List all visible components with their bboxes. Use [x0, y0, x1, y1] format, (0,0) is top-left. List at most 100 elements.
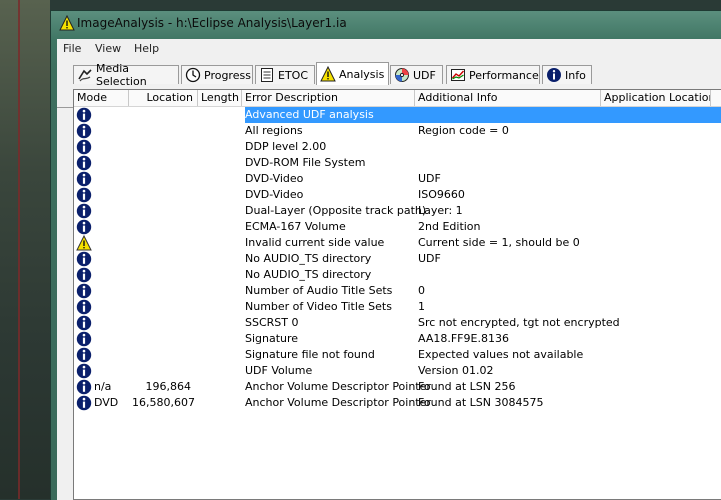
cell-error-description: DDP level 2.00: [245, 140, 327, 153]
info-icon: [76, 299, 92, 315]
cell-location: 16,580,607: [132, 396, 195, 409]
cell-error-description: Dual-Layer (Opposite track path): [245, 204, 427, 217]
table-row[interactable]: Invalid current side value Current side =…: [74, 235, 721, 251]
warning-icon: [320, 66, 336, 82]
info-icon: [76, 379, 92, 395]
table-row[interactable]: No AUDIO_TS directory UDF: [74, 251, 721, 267]
table-row[interactable]: Signature AA18.FF9E.8136: [74, 331, 721, 347]
table-row[interactable]: Number of Video Title Sets 1: [74, 299, 721, 315]
cell-error-description: Anchor Volume Descriptor Pointer: [245, 380, 431, 393]
clock-icon: [185, 67, 201, 83]
tab-media-selection[interactable]: Media Selection: [73, 62, 179, 88]
cell-additional-info: Found at LSN 3084575: [418, 396, 544, 409]
analysis-list[interactable]: Mode Location Length Error Description A…: [73, 89, 721, 500]
window-title: ImageAnalysis - h:\Eclipse Analysis\Laye…: [77, 16, 347, 30]
info-icon: [76, 363, 92, 379]
menu-file[interactable]: File: [63, 42, 81, 55]
cell-additional-info: Found at LSN 256: [418, 380, 516, 393]
tab-analysis[interactable]: Analysis: [316, 62, 389, 85]
media-selection-icon: [78, 69, 92, 82]
tab-udf[interactable]: UDF: [390, 65, 443, 84]
cell-additional-info: 1: [418, 300, 425, 313]
app-window: ImageAnalysis - h:\Eclipse Analysis\Laye…: [50, 10, 721, 500]
info-icon: [76, 203, 92, 219]
tab-etoc[interactable]: ETOC: [255, 65, 315, 84]
cell-additional-info: ISO9660: [418, 188, 465, 201]
tab-progress[interactable]: Progress: [181, 65, 253, 84]
cell-additional-info: Region code = 0: [418, 124, 509, 137]
info-icon: [76, 331, 92, 347]
disc-icon: [395, 68, 409, 82]
column-length[interactable]: Length: [198, 90, 242, 106]
info-icon: [76, 107, 92, 123]
tab-label: UDF: [413, 68, 436, 82]
cell-additional-info: Expected values not available: [418, 348, 584, 361]
desktop-background: [0, 0, 50, 499]
table-row[interactable]: Signature file not found Expected values …: [74, 347, 721, 363]
column-error-description[interactable]: Error Description: [242, 90, 415, 106]
cell-additional-info: 0: [418, 284, 425, 297]
document-icon: [261, 68, 273, 82]
table-row[interactable]: n/a 196,864 Anchor Volume Descriptor Point…: [74, 379, 721, 395]
title-bar[interactable]: ImageAnalysis - h:\Eclipse Analysis\Laye…: [51, 11, 721, 39]
client-area: File View Help Media Selection Progress: [57, 39, 721, 500]
tab-label: Info: [565, 68, 586, 82]
table-row[interactable]: Dual-Layer (Opposite track path) Layer: 1: [74, 203, 721, 219]
info-icon: [76, 155, 92, 171]
cell-error-description: Number of Audio Title Sets: [245, 284, 393, 297]
list-header: Mode Location Length Error Description A…: [74, 90, 721, 107]
column-location[interactable]: Location: [129, 90, 198, 106]
info-icon: [76, 171, 92, 187]
table-row[interactable]: UDF Volume Version 01.02: [74, 363, 721, 379]
cell-additional-info: AA18.FF9E.8136: [418, 332, 509, 345]
cell-error-description: UDF Volume: [245, 364, 313, 377]
column-application-location[interactable]: Application Location: [601, 90, 711, 106]
info-icon: [76, 315, 92, 331]
info-icon: [76, 395, 92, 411]
info-icon: [76, 283, 92, 299]
menu-view[interactable]: View: [95, 42, 121, 55]
tab-strip: Media Selection Progress ETOC Analysis U…: [57, 61, 721, 108]
cell-error-description: Advanced UDF analysis: [245, 108, 374, 121]
cell-error-description: Number of Video Title Sets: [245, 300, 392, 313]
cell-error-description: DVD-Video: [245, 172, 304, 185]
table-row[interactable]: ECMA-167 Volume 2nd Edition: [74, 219, 721, 235]
cell-error-description: Signature file not found: [245, 348, 375, 361]
info-icon: [76, 139, 92, 155]
tab-performance[interactable]: Performance: [446, 65, 540, 84]
menu-help[interactable]: Help: [134, 42, 159, 55]
graph-icon: [451, 69, 465, 81]
cell-error-description: Signature: [245, 332, 299, 345]
cell-error-description: DVD-ROM File System: [245, 156, 366, 169]
cell-additional-info: UDF: [418, 172, 441, 185]
cell-location: 196,864: [145, 380, 192, 393]
warning-icon: [59, 15, 75, 31]
cell-error-description: DVD-Video: [245, 188, 304, 201]
warning-icon: [76, 235, 92, 251]
tab-label: Media Selection: [96, 62, 147, 88]
info-icon: [76, 219, 92, 235]
cell-error-description: All regions: [245, 124, 303, 137]
table-row[interactable]: DVD-Video ISO9660: [74, 187, 721, 203]
table-row[interactable]: DVD-ROM File System: [74, 155, 721, 171]
table-row[interactable]: Advanced UDF analysis: [74, 107, 721, 123]
info-icon: [76, 347, 92, 363]
column-additional-info[interactable]: Additional Info: [415, 90, 601, 106]
table-row[interactable]: No AUDIO_TS directory: [74, 267, 721, 283]
cell-additional-info: Src not encrypted, tgt not encrypted: [418, 316, 620, 329]
table-row[interactable]: DDP level 2.00: [74, 139, 721, 155]
tab-label: Analysis: [339, 67, 385, 81]
table-row[interactable]: DVD-Video UDF: [74, 171, 721, 187]
table-row[interactable]: SSCRST 0 Src not encrypted, tgt not encry…: [74, 315, 721, 331]
tab-info[interactable]: Info: [542, 65, 592, 84]
table-row[interactable]: DVD 16,580,607 Anchor Volume Descriptor Po…: [74, 395, 721, 411]
cell-additional-info: 2nd Edition: [418, 220, 481, 233]
cell-mode: n/a: [94, 380, 112, 393]
tab-label: Performance: [469, 68, 539, 82]
menu-bar: File View Help: [57, 39, 721, 59]
cell-error-description: Invalid current side value: [245, 236, 385, 249]
info-icon: [76, 251, 92, 267]
table-row[interactable]: Number of Audio Title Sets 0: [74, 283, 721, 299]
column-mode[interactable]: Mode: [74, 90, 129, 106]
table-row[interactable]: All regions Region code = 0: [74, 123, 721, 139]
